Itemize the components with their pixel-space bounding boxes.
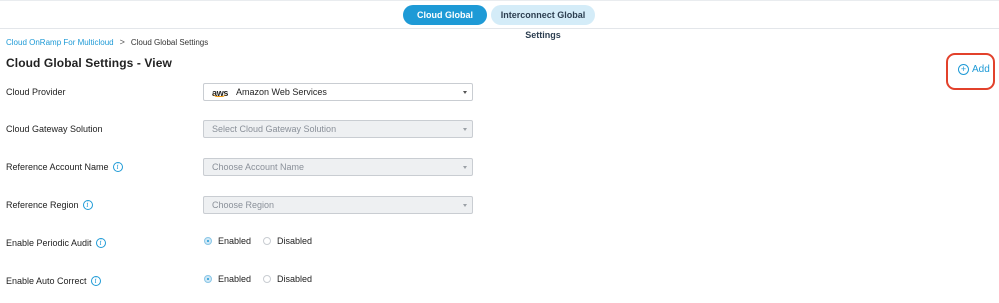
info-icon[interactable]: i: [95, 238, 106, 248]
info-icon[interactable]: i: [112, 162, 123, 172]
periodic-audit-label-text: Enable Periodic Audit: [6, 238, 92, 248]
chevron-down-icon: [463, 204, 467, 207]
breadcrumb: Cloud OnRamp For Multicloud > Cloud Glob…: [6, 37, 208, 47]
cloud-provider-select[interactable]: aws Amazon Web Services: [203, 83, 473, 101]
auto-correct-label: Enable Auto Correct i: [6, 276, 101, 286]
reference-account-row: Reference Account Name i Choose Account …: [0, 158, 999, 178]
reference-region-select[interactable]: Choose Region: [203, 196, 473, 214]
breadcrumb-link-multicloud[interactable]: Cloud OnRamp For Multicloud: [6, 38, 114, 47]
reference-region-placeholder: Choose Region: [212, 200, 275, 210]
info-icon[interactable]: i: [90, 276, 101, 286]
chevron-down-icon: [463, 91, 467, 94]
reference-account-select[interactable]: Choose Account Name: [203, 158, 473, 176]
reference-region-row: Reference Region i Choose Region: [0, 196, 999, 216]
reference-account-label-text: Reference Account Name: [6, 162, 109, 172]
reference-region-label: Reference Region i: [6, 200, 93, 210]
auto-correct-enabled-radio[interactable]: [204, 275, 212, 283]
tab-cloud-global-settings[interactable]: Cloud Global Settings: [403, 5, 487, 40]
chevron-down-icon: [463, 128, 467, 131]
auto-correct-label-text: Enable Auto Correct: [6, 276, 87, 286]
gateway-solution-row: Cloud Gateway Solution Select Cloud Gate…: [0, 120, 999, 140]
periodic-audit-disabled-radio[interactable]: [263, 237, 272, 245]
periodic-audit-label: Enable Periodic Audit i: [6, 238, 106, 248]
periodic-audit-enabled-radio[interactable]: [204, 237, 212, 245]
gateway-solution-label: Cloud Gateway Solution: [6, 124, 103, 134]
gateway-solution-placeholder: Select Cloud Gateway Solution: [212, 124, 337, 134]
breadcrumb-current: Cloud Global Settings: [130, 37, 209, 47]
reference-account-placeholder: Choose Account Name: [212, 162, 305, 172]
auto-correct-row: Enable Auto Correct i Enabled Disabled: [0, 272, 999, 292]
chevron-right-icon: >: [119, 37, 125, 47]
periodic-audit-disabled-label[interactable]: Disabled: [277, 236, 312, 246]
auto-correct-enabled-label[interactable]: Enabled: [218, 274, 251, 284]
tab-interconnect-global-settings[interactable]: Interconnect Global Settings: [491, 5, 595, 40]
chevron-down-icon: [463, 166, 467, 169]
auto-correct-disabled-label[interactable]: Disabled: [277, 274, 312, 284]
periodic-audit-enabled-label[interactable]: Enabled: [218, 236, 251, 246]
add-button-label: Add: [972, 64, 990, 75]
auto-correct-disabled-radio[interactable]: [263, 275, 272, 283]
cloud-provider-label-text: Cloud Provider: [6, 87, 66, 97]
reference-account-label: Reference Account Name i: [6, 162, 123, 172]
reference-region-label-text: Reference Region: [6, 200, 79, 210]
gateway-solution-select[interactable]: Select Cloud Gateway Solution: [203, 120, 473, 138]
cloud-provider-value: Amazon Web Services: [236, 87, 327, 97]
aws-smile-icon: [213, 93, 226, 97]
aws-logo-icon: aws: [212, 85, 228, 97]
top-divider: [0, 0, 999, 1]
periodic-audit-row: Enable Periodic Audit i Enabled Disabled: [0, 234, 999, 254]
add-button[interactable]: + Add: [958, 64, 990, 75]
cloud-provider-row: Cloud Provider aws Amazon Web Services: [0, 83, 999, 103]
top-tab-bar: Cloud Global Settings Interconnect Globa…: [0, 0, 999, 40]
plus-circle-icon: +: [958, 64, 969, 75]
auto-correct-radio-group: Enabled Disabled: [204, 274, 324, 284]
page-title: Cloud Global Settings - View: [6, 56, 172, 70]
info-icon[interactable]: i: [82, 200, 93, 210]
gateway-solution-label-text: Cloud Gateway Solution: [6, 124, 103, 134]
periodic-audit-radio-group: Enabled Disabled: [204, 236, 324, 246]
cloud-provider-label: Cloud Provider: [6, 87, 66, 97]
